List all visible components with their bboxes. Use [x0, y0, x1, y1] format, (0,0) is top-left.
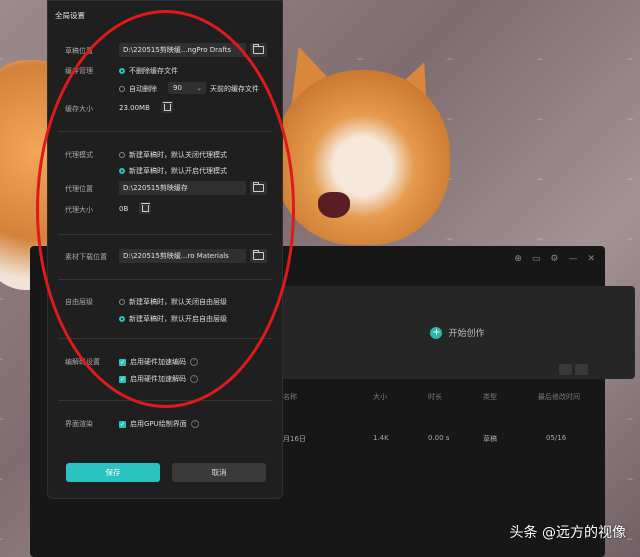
settings-icon[interactable]: ⚙ [550, 254, 558, 264]
drafts-table: 名称 大小 时长 类型 最后修改时间 月16日 1.4K 0.00 s 草稿 0… [278, 392, 608, 443]
upload-icon[interactable]: ⊕ [514, 254, 522, 264]
proxy-location-label: 代理位置 [65, 185, 93, 193]
radio-empty-icon [119, 299, 125, 305]
col-modified: 最后修改时间 [538, 393, 580, 401]
cache-days-select[interactable]: 90 ⌄ [168, 82, 206, 94]
codec-label: 编解码设置 [65, 358, 100, 366]
window-controls: ⊕ ▭ ⚙ — ✕ [514, 254, 595, 264]
watermark: 头条 @远方的视像 [509, 525, 626, 541]
proxy-browse-button[interactable] [250, 181, 267, 195]
folder-icon [253, 44, 264, 54]
cache-days-suffix: 天前的缓存文件 [210, 85, 259, 93]
proxy-size-label: 代理大小 [65, 206, 93, 214]
minimize-icon[interactable]: — [568, 254, 577, 264]
hw-encode-label: 启用硬件加速编码 [130, 358, 186, 366]
feedback-icon[interactable]: ▭ [532, 254, 541, 264]
radio-selected-icon [119, 168, 125, 174]
materials-label: 素材下载位置 [65, 253, 107, 261]
info-icon[interactable]: ? [190, 420, 199, 428]
proxy-on-label: 新建草稿时，默认开启代理模式 [129, 167, 227, 175]
cache-auto-radio[interactable]: 自动删除 [119, 84, 157, 94]
clear-cache-button[interactable] [161, 101, 173, 113]
trash-icon [162, 101, 172, 111]
proxy-mode-label: 代理模式 [65, 151, 93, 159]
checkmark-icon: ✓ [119, 358, 126, 366]
row-duration: 0.00 s [428, 434, 450, 442]
layers-off-label: 新建草稿时，默认关闭自由层级 [129, 298, 227, 306]
cache-label: 缓存管理 [65, 67, 93, 75]
hw-decode-checkbox[interactable]: ✓ 启用硬件加速解码 ? [119, 374, 198, 384]
cache-auto-label: 自动删除 [129, 85, 157, 93]
clear-proxy-button[interactable] [139, 202, 151, 214]
cache-days-value: 90 [173, 84, 182, 92]
cat-mouth [318, 192, 350, 218]
proxy-off-radio[interactable]: 新建草稿时，默认关闭代理模式 [119, 150, 227, 160]
layers-off-radio[interactable]: 新建草稿时，默认关闭自由层级 [119, 297, 227, 307]
hw-encode-checkbox[interactable]: ✓ 启用硬件加速编码 ? [119, 357, 198, 367]
chevron-down-icon: ⌄ [196, 84, 202, 92]
col-duration: 时长 [428, 393, 442, 401]
table-row[interactable]: 月16日 1.4K 0.00 s 草稿 05/16 [278, 434, 608, 448]
cat-head [275, 70, 450, 245]
folder-icon [253, 182, 264, 192]
col-size: 大小 [373, 393, 387, 401]
dialog-title: 全局设置 [55, 11, 85, 20]
layers-on-radio[interactable]: 新建草稿时，默认开启自由层级 [119, 314, 227, 324]
proxy-off-label: 新建草稿时，默认关闭代理模式 [129, 151, 227, 159]
storage-panel: 草稿位置 D:\220515剪映缓...ngPro Drafts 缓存管理 不删… [58, 34, 273, 132]
radio-empty-icon [119, 152, 125, 158]
grid-view-icon[interactable] [575, 364, 588, 375]
folder-icon [253, 250, 264, 260]
proxy-path-field[interactable]: D:\220515剪映缓存 [119, 181, 246, 195]
row-modified: 05/16 [546, 434, 567, 442]
trash-icon [140, 202, 150, 212]
layers-label: 自由层级 [65, 298, 93, 306]
materials-path-field[interactable]: D:\220515剪映缓...ro Materials [119, 249, 246, 263]
list-view-icon[interactable] [559, 364, 572, 375]
view-toggle[interactable] [559, 364, 588, 375]
plus-icon: + [430, 326, 443, 339]
info-icon[interactable]: ? [190, 375, 198, 383]
radio-selected-icon [119, 68, 125, 74]
checkmark-icon: ✓ [119, 375, 126, 383]
proxy-on-radio[interactable]: 新建草稿时，默认开启代理模式 [119, 166, 227, 176]
layers-panel: 自由层级 新建草稿时，默认关闭自由层级 新建草稿时，默认开启自由层级 [58, 279, 273, 339]
info-icon[interactable]: ? [190, 358, 198, 366]
row-type: 草稿 [483, 435, 497, 443]
radio-empty-icon [119, 86, 125, 92]
drafts-browse-button[interactable] [250, 43, 267, 57]
col-type: 类型 [483, 393, 497, 401]
codec-panel: 编解码设置 ✓ 启用硬件加速编码 ? ✓ 启用硬件加速解码 ? [58, 338, 273, 401]
row-size: 1.4K [373, 434, 389, 442]
proxy-panel: 代理模式 新建草稿时，默认关闭代理模式 新建草稿时，默认开启代理模式 代理位置 … [58, 131, 273, 235]
cache-size-label: 缓存大小 [65, 105, 93, 113]
cache-keep-radio[interactable]: 不删除缓存文件 [119, 66, 178, 76]
radio-selected-icon [119, 316, 125, 322]
close-icon[interactable]: ✕ [587, 254, 595, 264]
drafts-path-field[interactable]: D:\220515剪映缓...ngPro Drafts [119, 43, 246, 57]
materials-panel: 素材下载位置 D:\220515剪映缓...ro Materials [58, 234, 273, 280]
row-date: 月16日 [283, 435, 306, 443]
cache-size-value: 23.00MB [119, 104, 150, 112]
hw-decode-label: 启用硬件加速解码 [130, 375, 186, 383]
gpu-render-label: 启用GPU绘制界面 [130, 420, 187, 428]
layers-on-label: 新建草稿时，默认开启自由层级 [129, 315, 227, 323]
checkmark-icon: ✓ [119, 420, 126, 428]
drafts-label: 草稿位置 [65, 47, 93, 55]
render-panel: 界面渲染 ✓ 启用GPU绘制界面 ? [58, 400, 273, 440]
global-settings-dialog: 全局设置 草稿位置 D:\220515剪映缓...ngPro Drafts 缓存… [47, 0, 283, 499]
table-header: 名称 大小 时长 类型 最后修改时间 [278, 392, 608, 406]
col-name: 名称 [283, 393, 297, 401]
materials-browse-button[interactable] [250, 249, 267, 263]
save-button[interactable]: 保存 [66, 463, 160, 482]
proxy-size-value: 0B [119, 205, 129, 213]
cache-keep-label: 不删除缓存文件 [129, 67, 178, 75]
gpu-render-checkbox[interactable]: ✓ 启用GPU绘制界面 ? [119, 419, 199, 429]
cancel-button[interactable]: 取消 [172, 463, 266, 482]
render-label: 界面渲染 [65, 420, 93, 428]
start-create-label: 开始创作 [448, 329, 485, 339]
